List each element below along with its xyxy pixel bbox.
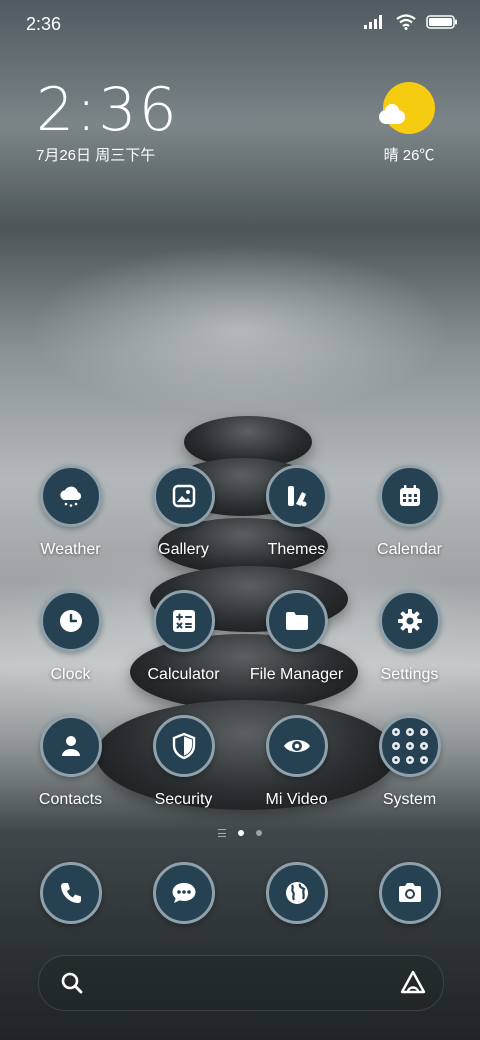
gear-icon [378,590,441,652]
clock-icon [39,590,102,652]
calendar-icon [378,465,441,527]
status-bar: 2:36 [0,0,480,50]
signal-icon [364,15,382,29]
app-label: Calculator [147,666,220,683]
app-weather[interactable]: Weather [14,465,127,559]
clock-widget[interactable]: 2:36 7月26日 周三下午 [36,78,179,165]
eye-icon [265,715,328,777]
app-label: Gallery [158,541,209,558]
widget-time: 2:36 [36,75,179,145]
assistant-icon[interactable] [399,969,427,997]
weather-icon [39,465,102,527]
app-contacts[interactable]: Contacts [14,715,127,809]
app-calendar[interactable]: Calendar [353,465,466,559]
shield-icon [152,715,215,777]
search-icon[interactable] [59,970,85,996]
app-gallery[interactable]: Gallery [127,465,240,559]
folder-grid-icon [378,715,441,777]
app-calculator[interactable]: Calculator [127,590,240,684]
app-list-indicator-icon [218,829,226,837]
sun-cloud-icon [379,82,435,134]
app-file-manager[interactable]: File Manager [240,590,353,684]
dock-browser[interactable] [240,862,353,924]
themes-icon [265,465,328,527]
messages-icon [152,862,215,924]
app-security[interactable]: Security [127,715,240,809]
app-label: Weather [40,541,101,558]
app-label: Calendar [377,541,442,558]
app-label: Mi Video [265,791,328,808]
app-label: Themes [267,541,326,558]
dock-messages[interactable] [127,862,240,924]
widget-date: 7月26日 周三下午 [36,147,156,164]
page-dot-active [238,830,244,836]
app-label: Contacts [38,791,103,808]
wifi-icon [396,14,416,30]
phone-icon [39,862,102,924]
weather-text: 晴 26℃ [383,147,435,164]
gallery-icon [152,465,215,527]
status-time: 2:36 [26,14,62,34]
app-label: Clock [50,666,91,683]
weather-widget[interactable]: 晴 26℃ [374,82,444,165]
app-label: Settings [380,666,439,683]
app-settings[interactable]: Settings [353,590,466,684]
battery-icon [426,15,457,29]
dock-phone[interactable] [14,862,127,924]
page-indicator[interactable] [0,829,480,837]
app-themes[interactable]: Themes [240,465,353,559]
contacts-icon [39,715,102,777]
search-bar[interactable] [38,955,444,1011]
folder-icon [265,590,328,652]
app-clock[interactable]: Clock [14,590,127,684]
camera-icon [378,862,441,924]
page-dot [256,830,262,836]
browser-icon [265,862,328,924]
app-label: File Manager [249,666,344,683]
status-icons [364,14,458,30]
app-label: System [382,791,437,808]
dock-camera[interactable] [353,862,466,924]
app-mi-video[interactable]: Mi Video [240,715,353,809]
app-system-folder[interactable]: System [353,715,466,809]
calculator-icon [152,590,215,652]
app-label: Security [154,791,213,808]
